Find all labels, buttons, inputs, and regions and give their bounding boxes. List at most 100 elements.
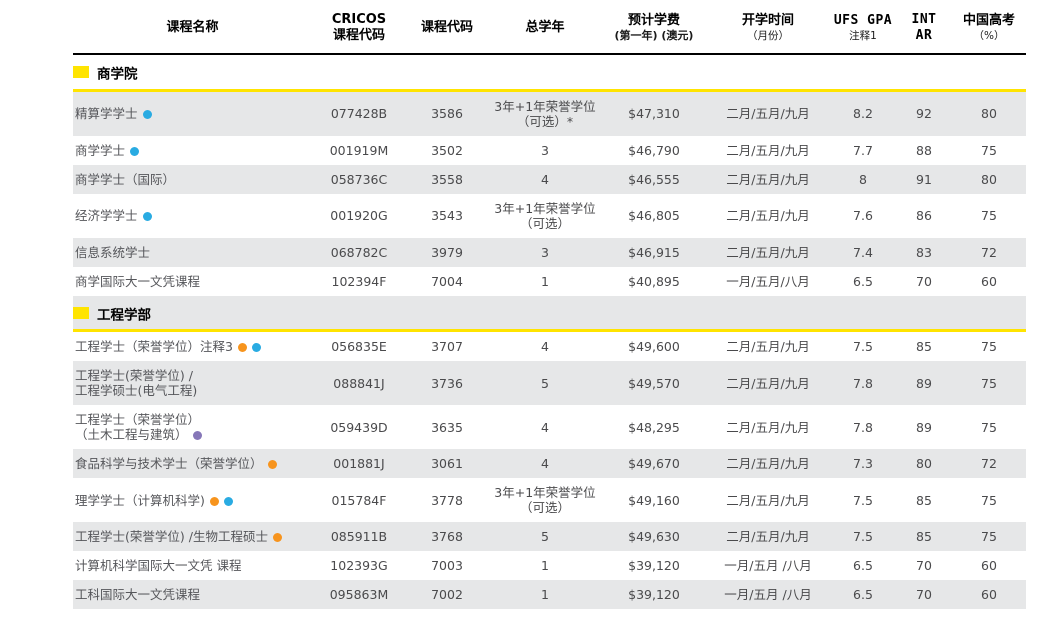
code-cell: 3635: [406, 405, 488, 449]
yellow-square-icon: [73, 307, 89, 319]
gaokao-cell: 72: [952, 449, 1026, 478]
intake-cell: 二月/五月/九月: [706, 90, 830, 136]
gpa-cell: 7.5: [830, 331, 896, 362]
int_ar-cell: 89: [896, 361, 952, 405]
fee-cell: $46,555: [602, 165, 706, 194]
gaokao-cell: 75: [952, 136, 1026, 165]
int_ar-cell: 85: [896, 522, 952, 551]
years-cell: 3: [488, 238, 602, 267]
course-name: 工程学士（荣誉学位）注释3: [75, 339, 233, 354]
code-cell: 3768: [406, 522, 488, 551]
course-name-cell: 食品科学与技术学士（荣誉学位）: [73, 449, 312, 478]
course-row: 精算学学士077428B35863年+1年荣誉学位 （可选）*$47,310二月…: [73, 90, 1026, 136]
gpa-cell: 7.5: [830, 522, 896, 551]
course-name: 商学国际大一文凭课程: [75, 274, 200, 289]
course-name: 计算机科学国际大一文凭 课程: [75, 558, 241, 573]
code-cell: 3543: [406, 194, 488, 238]
course-row: 商学学士001919M35023$46,790二月/五月/九月7.78875: [73, 136, 1026, 165]
gaokao-cell: 60: [952, 267, 1026, 296]
cricos-cell: 015784F: [312, 478, 406, 522]
column-label-line2: AR: [898, 28, 950, 44]
fee-cell: $49,160: [602, 478, 706, 522]
cricos-cell: 059439D: [312, 405, 406, 449]
section-header-cell: 商学院: [73, 54, 1026, 90]
column-header-cricos: CRICOS课程代码: [312, 6, 406, 54]
purple-dot-icon: [193, 431, 202, 440]
blue-dot-icon: [130, 147, 139, 156]
column-sublabel: (第一年) (澳元): [604, 29, 704, 43]
intake-cell: 二月/五月/九月: [706, 136, 830, 165]
cricos-cell: 068782C: [312, 238, 406, 267]
course-name: 商学学士: [75, 143, 125, 158]
years-cell: 4: [488, 405, 602, 449]
table-header-row: 课程名称CRICOS课程代码课程代码总学年预计学费(第一年) (澳元)开学时间（…: [73, 6, 1026, 54]
gaokao-cell: 75: [952, 331, 1026, 362]
intake-cell: 一月/五月 /八月: [706, 580, 830, 609]
column-label: 课程名称: [75, 20, 310, 36]
gpa-cell: 8: [830, 165, 896, 194]
course-fee-table-page: 课程名称CRICOS课程代码课程代码总学年预计学费(第一年) (澳元)开学时间（…: [73, 6, 990, 609]
int_ar-cell: 85: [896, 331, 952, 362]
yellow-square-icon: [73, 66, 89, 78]
column-label: CRICOS: [314, 12, 404, 28]
orange-dot-icon: [210, 497, 219, 506]
gaokao-cell: 75: [952, 522, 1026, 551]
years-cell: 3年+1年荣誉学位 （可选）: [488, 194, 602, 238]
code-cell: 3778: [406, 478, 488, 522]
code-cell: 7004: [406, 267, 488, 296]
cricos-cell: 088841J: [312, 361, 406, 405]
cricos-cell: 077428B: [312, 90, 406, 136]
years-cell: 4: [488, 165, 602, 194]
course-name-cell: 精算学学士: [73, 90, 312, 136]
intake-cell: 二月/五月/九月: [706, 405, 830, 449]
course-row: 商学国际大一文凭课程102394F70041$40,895一月/五月/八月6.5…: [73, 267, 1026, 296]
fee-cell: $46,805: [602, 194, 706, 238]
intake-cell: 二月/五月/九月: [706, 449, 830, 478]
years-cell: 1: [488, 267, 602, 296]
course-name: 工程学士(荣誉学位) /生物工程硕士: [75, 529, 268, 544]
cricos-cell: 058736C: [312, 165, 406, 194]
column-header-gaokao: 中国高考（%）: [952, 6, 1026, 54]
table-header: 课程名称CRICOS课程代码课程代码总学年预计学费(第一年) (澳元)开学时间（…: [73, 6, 1026, 54]
gaokao-cell: 60: [952, 580, 1026, 609]
cricos-cell: 085911B: [312, 522, 406, 551]
code-cell: 3979: [406, 238, 488, 267]
section-header-cell: 工程学部: [73, 296, 1026, 331]
gpa-cell: 7.5: [830, 478, 896, 522]
code-cell: 3558: [406, 165, 488, 194]
course-name: 工程学士（荣誉学位） （土木工程与建筑）: [75, 412, 200, 442]
blue-dot-icon: [224, 497, 233, 506]
course-row: 食品科学与技术学士（荣誉学位）001881J30614$49,670二月/五月/…: [73, 449, 1026, 478]
course-name-cell: 工程学士(荣誉学位) / 工程学硕士(电气工程): [73, 361, 312, 405]
intake-cell: 一月/五月/八月: [706, 267, 830, 296]
code-cell: 7003: [406, 551, 488, 580]
column-label-line2: 课程代码: [314, 28, 404, 44]
course-name: 商学学士（国际）: [75, 172, 175, 187]
fee-cell: $39,120: [602, 580, 706, 609]
course-name: 工科国际大一文凭课程: [75, 587, 200, 602]
gaokao-cell: 75: [952, 194, 1026, 238]
code-cell: 3707: [406, 331, 488, 362]
intake-cell: 一月/五月 /八月: [706, 551, 830, 580]
column-label: INT: [898, 12, 950, 28]
blue-dot-icon: [143, 110, 152, 119]
course-row: 工程学士(荣誉学位) / 工程学硕士(电气工程)088841J37365$49,…: [73, 361, 1026, 405]
column-sublabel: （月份）: [708, 29, 828, 43]
int_ar-cell: 80: [896, 449, 952, 478]
gpa-cell: 7.6: [830, 194, 896, 238]
section-title: 商学院: [97, 67, 138, 83]
years-cell: 3年+1年荣誉学位 （可选）: [488, 478, 602, 522]
course-row: 商学学士（国际）058736C35584$46,555二月/五月/九月89180: [73, 165, 1026, 194]
intake-cell: 二月/五月/九月: [706, 331, 830, 362]
blue-dot-icon: [143, 212, 152, 221]
gaokao-cell: 75: [952, 361, 1026, 405]
years-cell: 3年+1年荣誉学位 （可选）*: [488, 90, 602, 136]
course-name-cell: 工程学士(荣誉学位) /生物工程硕士: [73, 522, 312, 551]
int_ar-cell: 83: [896, 238, 952, 267]
column-sublabel: （%）: [954, 29, 1024, 43]
intake-cell: 二月/五月/九月: [706, 165, 830, 194]
int_ar-cell: 85: [896, 478, 952, 522]
course-name: 精算学学士: [75, 106, 138, 121]
course-name: 信息系统学士: [75, 245, 150, 260]
years-cell: 4: [488, 331, 602, 362]
